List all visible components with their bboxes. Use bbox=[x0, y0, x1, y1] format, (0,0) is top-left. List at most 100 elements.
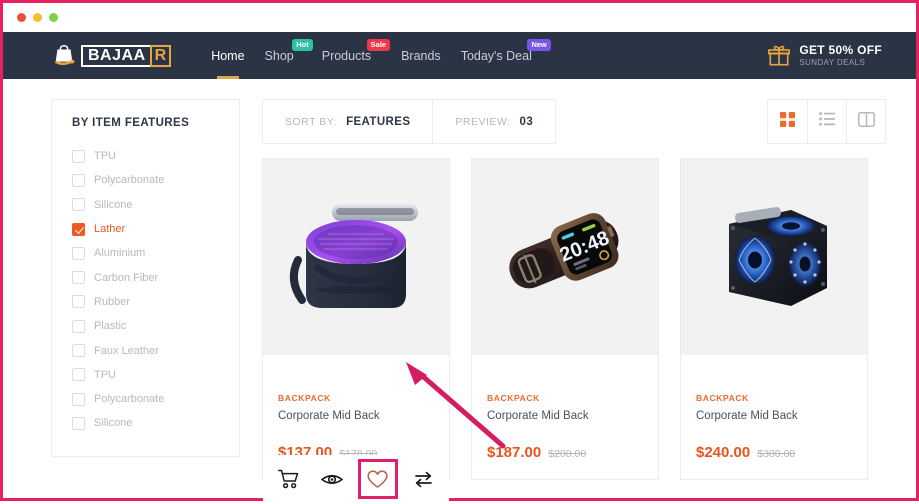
product-price: $187.00 bbox=[487, 444, 542, 461]
close-window-button[interactable] bbox=[17, 13, 26, 22]
checkbox-icon[interactable] bbox=[72, 416, 85, 430]
checkbox-icon[interactable] bbox=[72, 173, 85, 187]
list-view-button[interactable] bbox=[807, 100, 846, 143]
product-price-row: $187.00 $200.00 bbox=[487, 444, 643, 461]
preview-count-control[interactable]: PREVIEW: 03 bbox=[432, 100, 555, 143]
column-view-button[interactable] bbox=[846, 100, 885, 143]
listing-toolbar: SORT BY: FEATURES PREVIEW: 03 bbox=[262, 99, 886, 144]
checkbox-icon[interactable] bbox=[72, 149, 85, 163]
filter-label: Lather bbox=[94, 223, 126, 236]
quick-view-eye-icon[interactable] bbox=[315, 462, 349, 496]
preview-label: PREVIEW: bbox=[455, 115, 511, 128]
product-card-3[interactable]: BACKPACK Corporate Mid Back $240.00 $300… bbox=[680, 158, 868, 480]
nav-label: Products bbox=[321, 48, 372, 63]
logo-wordmark: BAJAA R bbox=[81, 44, 172, 67]
filter-tpu-2[interactable]: TPU bbox=[72, 363, 239, 387]
nav-item-brands[interactable]: Brands bbox=[401, 32, 441, 79]
filter-aluminium[interactable]: Aluminium bbox=[72, 241, 239, 265]
sort-by-control[interactable]: SORT BY: FEATURES bbox=[263, 100, 432, 143]
product-info-3: BACKPACK Corporate Mid Back $240.00 $300… bbox=[681, 355, 867, 479]
product-price-row: $240.00 $300.00 bbox=[696, 444, 852, 461]
product-image-navy-backpack bbox=[263, 159, 449, 355]
nav-item-shop[interactable]: Shop Hot bbox=[265, 32, 313, 79]
site-header: BAJAA R Home Shop Hot Products Sale Bran… bbox=[3, 32, 916, 79]
filter-label: Carbon Fiber bbox=[94, 271, 159, 284]
filter-label: Rubber bbox=[94, 295, 131, 308]
wishlist-heart-icon[interactable] bbox=[357, 459, 398, 499]
checkbox-icon[interactable] bbox=[72, 392, 85, 406]
filter-sidebar: BY ITEM FEATURES TPU Polycarbonate Silic… bbox=[51, 99, 240, 457]
nav-label: Brands bbox=[401, 48, 441, 63]
product-old-price: $300.00 bbox=[757, 448, 796, 460]
logo-accent-letter: R bbox=[149, 44, 172, 67]
filter-carbon-fiber[interactable]: Carbon Fiber bbox=[72, 265, 239, 289]
product-title[interactable]: Corporate Mid Back bbox=[696, 410, 852, 422]
filter-label: Faux Leather bbox=[94, 344, 159, 357]
sidebar-heading: BY ITEM FEATURES bbox=[72, 117, 190, 129]
compare-icon[interactable] bbox=[407, 462, 441, 496]
checkbox-icon[interactable] bbox=[72, 368, 85, 382]
filter-label: Aluminium bbox=[94, 247, 146, 260]
browser-window: BAJAA R Home Shop Hot Products Sale Bran… bbox=[0, 0, 919, 503]
product-price: $240.00 bbox=[696, 444, 751, 461]
product-category: BACKPACK bbox=[278, 393, 331, 403]
nav-item-home[interactable]: Home bbox=[211, 32, 245, 79]
product-title[interactable]: Corporate Mid Back bbox=[487, 410, 643, 422]
product-grid: BACKPACK Corporate Mid Back $137.00 $178… bbox=[262, 158, 886, 503]
list-view-icon bbox=[819, 112, 835, 131]
promo-banner[interactable]: GET 50% OFF SUNDAY DEALS bbox=[768, 42, 882, 68]
checkbox-icon[interactable] bbox=[72, 271, 85, 285]
product-title[interactable]: Corporate Mid Back bbox=[278, 410, 434, 422]
filter-faux-leather[interactable]: Faux Leather bbox=[72, 338, 239, 362]
filter-polycarbonate-1[interactable]: Polycarbonate bbox=[72, 168, 239, 192]
checkbox-icon[interactable] bbox=[72, 246, 85, 260]
filter-label: TPU bbox=[94, 150, 116, 163]
filter-label: Polycarbonate bbox=[94, 393, 165, 406]
nav-badge-sale: Sale bbox=[366, 39, 391, 51]
sort-preview-group: SORT BY: FEATURES PREVIEW: 03 bbox=[262, 99, 557, 144]
column-view-icon bbox=[857, 111, 875, 132]
nav-label: Today's Deal bbox=[460, 48, 532, 63]
product-category: BACKPACK bbox=[487, 393, 540, 403]
product-image-pc-case bbox=[681, 159, 867, 355]
product-category: BACKPACK bbox=[696, 393, 749, 403]
grid-view-button[interactable] bbox=[768, 100, 807, 143]
main-navigation: Home Shop Hot Products Sale Brands Today… bbox=[211, 32, 551, 79]
maximize-window-button[interactable] bbox=[49, 13, 58, 22]
shopping-bag-icon bbox=[50, 43, 78, 69]
checkbox-icon[interactable] bbox=[72, 198, 85, 212]
filter-label: Polycarbonate bbox=[94, 174, 165, 187]
filter-silicone-1[interactable]: Silicone bbox=[72, 193, 239, 217]
grid-view-icon bbox=[780, 111, 795, 132]
product-card-2[interactable]: 20:48 BACKPACK Corporate Mid Back $187.0… bbox=[471, 158, 659, 480]
gift-box-icon bbox=[768, 45, 791, 67]
filter-rubber[interactable]: Rubber bbox=[72, 290, 239, 314]
filter-label: Plastic bbox=[94, 320, 127, 333]
nav-item-products[interactable]: Products Sale bbox=[321, 32, 391, 79]
filter-tpu-1[interactable]: TPU bbox=[72, 144, 239, 168]
minimize-window-button[interactable] bbox=[33, 13, 42, 22]
add-to-cart-icon[interactable] bbox=[272, 462, 306, 496]
view-mode-group bbox=[767, 99, 886, 144]
nav-badge-hot: Hot bbox=[292, 39, 313, 51]
promo-subtitle: SUNDAY DEALS bbox=[799, 57, 866, 67]
checkbox-icon[interactable] bbox=[72, 344, 85, 358]
logo-main-text: BAJAA bbox=[88, 46, 146, 64]
checkbox-icon[interactable] bbox=[72, 295, 85, 309]
filter-label: Silicone bbox=[94, 417, 133, 430]
product-info-2: BACKPACK Corporate Mid Back $187.00 $200… bbox=[472, 355, 658, 479]
sort-by-label: SORT BY: bbox=[285, 115, 338, 128]
filter-label: TPU bbox=[94, 368, 116, 381]
filter-plastic[interactable]: Plastic bbox=[72, 314, 239, 338]
sort-by-value: FEATURES bbox=[346, 115, 411, 128]
filter-silicone-2[interactable]: Silicone bbox=[72, 411, 239, 435]
checkbox-icon[interactable] bbox=[72, 319, 85, 333]
site-logo[interactable]: BAJAA R bbox=[50, 43, 172, 69]
nav-badge-new: New bbox=[527, 39, 551, 51]
product-card-1[interactable]: BACKPACK Corporate Mid Back $137.00 $178… bbox=[262, 158, 450, 503]
filter-lather[interactable]: Lather bbox=[72, 217, 239, 241]
promo-title: GET 50% OFF bbox=[799, 42, 882, 57]
nav-item-todays-deal[interactable]: Today's Deal New bbox=[460, 32, 551, 79]
filter-polycarbonate-2[interactable]: Polycarbonate bbox=[72, 387, 239, 411]
checkbox-checked-icon[interactable] bbox=[72, 222, 85, 236]
